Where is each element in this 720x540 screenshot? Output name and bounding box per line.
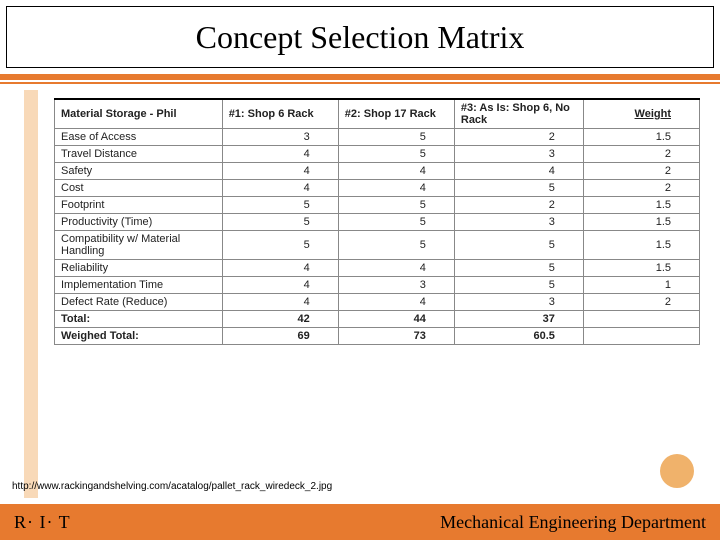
table-row: Footprint5521.5 — [55, 197, 700, 214]
weighted-cell — [583, 328, 699, 345]
value-cell: 5 — [454, 231, 583, 260]
value-cell: 3 — [454, 294, 583, 311]
value-cell: 4 — [222, 163, 338, 180]
header-concept-2: #2: Shop 17 Rack — [338, 99, 454, 129]
value-cell: 5 — [222, 214, 338, 231]
value-cell: 5 — [222, 231, 338, 260]
criterion-cell: Travel Distance — [55, 146, 223, 163]
weight-cell: 2 — [583, 180, 699, 197]
weight-cell: 1.5 — [583, 231, 699, 260]
footer-department: Mechanical Engineering Department — [440, 512, 706, 533]
value-cell: 5 — [454, 277, 583, 294]
value-cell: 5 — [338, 129, 454, 146]
weight-cell: 1.5 — [583, 197, 699, 214]
value-cell: 4 — [454, 163, 583, 180]
table-header-row: Material Storage - Phil #1: Shop 6 Rack … — [55, 99, 700, 129]
header-concept-1: #1: Shop 6 Rack — [222, 99, 338, 129]
value-cell: 3 — [454, 214, 583, 231]
weight-cell: 2 — [583, 146, 699, 163]
weight-cell: 1.5 — [583, 260, 699, 277]
table-row: Productivity (Time)5531.5 — [55, 214, 700, 231]
table-row: Reliability4451.5 — [55, 260, 700, 277]
source-url-text: http://www.rackingandshelving.com/acatal… — [12, 481, 332, 492]
value-cell: 5 — [222, 197, 338, 214]
value-cell: 3 — [222, 129, 338, 146]
header-criteria: Material Storage - Phil — [55, 99, 223, 129]
value-cell: 2 — [454, 129, 583, 146]
criterion-cell: Ease of Access — [55, 129, 223, 146]
weight-cell: 1.5 — [583, 129, 699, 146]
value-cell: 5 — [338, 214, 454, 231]
criterion-cell: Reliability — [55, 260, 223, 277]
total-cell: 42 — [222, 311, 338, 328]
value-cell: 4 — [222, 294, 338, 311]
table-row: Cost4452 — [55, 180, 700, 197]
criterion-cell: Safety — [55, 163, 223, 180]
value-cell: 5 — [454, 180, 583, 197]
value-cell: 4 — [222, 146, 338, 163]
value-cell: 4 — [222, 277, 338, 294]
footer-left-logo: R· I· T — [14, 512, 71, 533]
value-cell: 4 — [338, 163, 454, 180]
weight-cell: 2 — [583, 163, 699, 180]
slide: Concept Selection Matrix Material Storag… — [0, 0, 720, 540]
value-cell: 2 — [454, 197, 583, 214]
value-cell: 4 — [338, 294, 454, 311]
total-cell: 44 — [338, 311, 454, 328]
total-cell — [583, 311, 699, 328]
weight-cell: 1 — [583, 277, 699, 294]
weighted-cell: 73 — [338, 328, 454, 345]
total-cell: 37 — [454, 311, 583, 328]
table-row: Defect Rate (Reduce)4432 — [55, 294, 700, 311]
title-band: Concept Selection Matrix — [6, 6, 714, 68]
weighted-cell: 60.5 — [454, 328, 583, 345]
accent-bar-thin — [0, 82, 720, 84]
value-cell: 5 — [338, 231, 454, 260]
criterion-cell: Defect Rate (Reduce) — [55, 294, 223, 311]
header-weight: Weight — [583, 99, 699, 129]
accent-bar-thick — [0, 74, 720, 80]
value-cell: 4 — [338, 180, 454, 197]
selection-matrix-table: Material Storage - Phil #1: Shop 6 Rack … — [54, 98, 700, 345]
criterion-cell: Implementation Time — [55, 277, 223, 294]
footer-bar: R· I· T Mechanical Engineering Departmen… — [0, 504, 720, 540]
criterion-cell: Compatibility w/ Material Handling — [55, 231, 223, 260]
total-row: Total:424437 — [55, 311, 700, 328]
total-label: Total: — [55, 311, 223, 328]
criterion-cell: Cost — [55, 180, 223, 197]
weighted-label: Weighed Total: — [55, 328, 223, 345]
weighted-cell: 69 — [222, 328, 338, 345]
table-row: Travel Distance4532 — [55, 146, 700, 163]
header-concept-3: #3: As Is: Shop 6, No Rack — [454, 99, 583, 129]
weight-cell: 2 — [583, 294, 699, 311]
value-cell: 4 — [338, 260, 454, 277]
table-row: Implementation Time4351 — [55, 277, 700, 294]
weighted-total-row: Weighed Total:697360.5 — [55, 328, 700, 345]
value-cell: 5 — [454, 260, 583, 277]
table-row: Compatibility w/ Material Handling5551.5 — [55, 231, 700, 260]
value-cell: 3 — [338, 277, 454, 294]
content-area: Material Storage - Phil #1: Shop 6 Rack … — [54, 98, 700, 345]
left-accent-strip — [24, 90, 38, 498]
table-body: Ease of Access3521.5 Travel Distance4532… — [55, 129, 700, 345]
table-row: Safety4442 — [55, 163, 700, 180]
value-cell: 3 — [454, 146, 583, 163]
weight-cell: 1.5 — [583, 214, 699, 231]
value-cell: 4 — [222, 260, 338, 277]
criterion-cell: Productivity (Time) — [55, 214, 223, 231]
value-cell: 5 — [338, 197, 454, 214]
table-row: Ease of Access3521.5 — [55, 129, 700, 146]
value-cell: 4 — [222, 180, 338, 197]
slide-title: Concept Selection Matrix — [196, 19, 525, 56]
value-cell: 5 — [338, 146, 454, 163]
criterion-cell: Footprint — [55, 197, 223, 214]
decorative-circle — [660, 454, 694, 488]
